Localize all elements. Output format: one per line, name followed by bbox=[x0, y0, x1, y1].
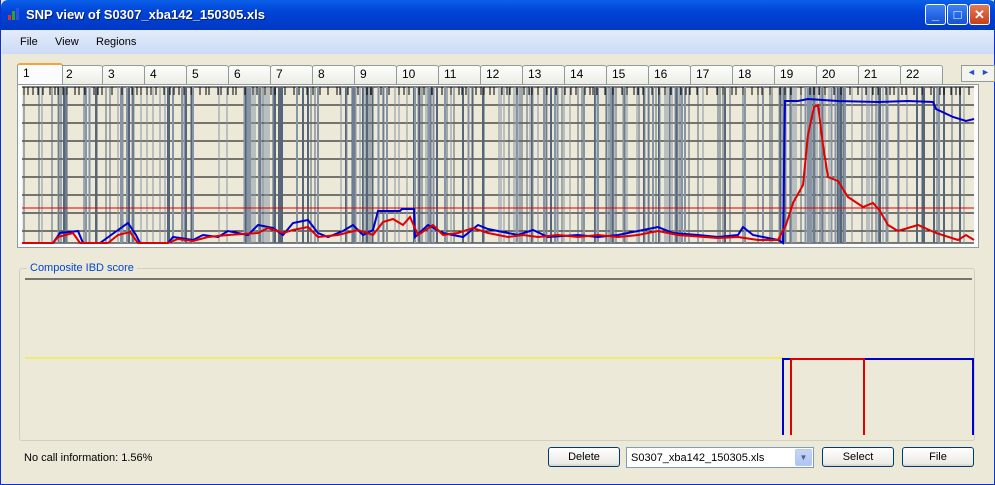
minimize-button[interactable]: _ bbox=[925, 4, 946, 25]
menu-view[interactable]: View bbox=[55, 36, 79, 48]
tab-chr-5[interactable]: 5 bbox=[186, 65, 229, 84]
no-call-status: No call information: 1.56% bbox=[24, 452, 153, 464]
file-select-value: S0307_xba142_150305.xls bbox=[631, 452, 765, 464]
app-icon bbox=[8, 8, 19, 20]
tab-chr-10[interactable]: 10 bbox=[396, 65, 439, 84]
tab-chr-14[interactable]: 14 bbox=[564, 65, 607, 84]
tab-scroll-buttons[interactable]: ◄ ► bbox=[961, 65, 995, 82]
app-window: SNP view of S0307_xba142_150305.xls _ □ … bbox=[0, 0, 995, 485]
ibd-chart bbox=[25, 278, 974, 435]
ibd-blue-step bbox=[782, 358, 974, 435]
window-title: SNP view of S0307_xba142_150305.xls bbox=[26, 7, 265, 22]
tab-chr-9[interactable]: 9 bbox=[354, 65, 397, 84]
tab-chr-21[interactable]: 21 bbox=[858, 65, 901, 84]
tab-chr-6[interactable]: 6 bbox=[228, 65, 271, 84]
snp-chart-panel bbox=[17, 84, 979, 248]
menu-bar: File View Regions bbox=[2, 30, 994, 54]
tab-chr-13[interactable]: 13 bbox=[522, 65, 565, 84]
tab-chr-17[interactable]: 17 bbox=[690, 65, 733, 84]
tab-chr-2[interactable]: 2 bbox=[60, 65, 103, 84]
tab-chr-22[interactable]: 22 bbox=[900, 65, 943, 84]
tab-scroll-left-icon[interactable]: ◄ bbox=[967, 67, 976, 77]
chromosome-tabs: ◄ ► 1 2 3 4 5 6 7 8 9 10 11 12 13 14 15 16 17 18 19 20 21 22 bbox=[17, 63, 995, 84]
select-button[interactable]: Select bbox=[822, 447, 894, 467]
maximize-button[interactable]: □ bbox=[947, 4, 968, 25]
ibd-legend: Composite IBD score bbox=[27, 262, 137, 274]
tab-chr-12[interactable]: 12 bbox=[480, 65, 523, 84]
file-select[interactable]: S0307_xba142_150305.xls ▼ bbox=[626, 447, 814, 468]
tab-chr-16[interactable]: 16 bbox=[648, 65, 691, 84]
chevron-down-icon[interactable]: ▼ bbox=[795, 449, 812, 466]
file-button[interactable]: File bbox=[902, 447, 974, 467]
delete-button[interactable]: Delete bbox=[548, 447, 620, 467]
tab-chr-19[interactable]: 19 bbox=[774, 65, 817, 84]
tab-chr-20[interactable]: 20 bbox=[816, 65, 859, 84]
tab-chr-4[interactable]: 4 bbox=[144, 65, 187, 84]
ibd-red-step bbox=[790, 358, 865, 435]
tab-chr-7[interactable]: 7 bbox=[270, 65, 313, 84]
tab-chr-8[interactable]: 8 bbox=[312, 65, 355, 84]
ibd-group-box bbox=[19, 268, 975, 441]
tab-chr-1[interactable]: 1 bbox=[17, 63, 63, 84]
snp-chart bbox=[22, 86, 975, 245]
close-button[interactable]: ✕ bbox=[969, 4, 990, 25]
menu-regions[interactable]: Regions bbox=[96, 36, 136, 48]
tab-chr-11[interactable]: 11 bbox=[438, 65, 481, 84]
tab-chr-15[interactable]: 15 bbox=[606, 65, 649, 84]
menu-file[interactable]: File bbox=[20, 36, 38, 48]
tab-chr-18[interactable]: 18 bbox=[732, 65, 775, 84]
title-bar[interactable]: SNP view of S0307_xba142_150305.xls _ □ … bbox=[1, 0, 995, 30]
tab-scroll-right-icon[interactable]: ► bbox=[981, 67, 990, 77]
tab-chr-3[interactable]: 3 bbox=[102, 65, 145, 84]
